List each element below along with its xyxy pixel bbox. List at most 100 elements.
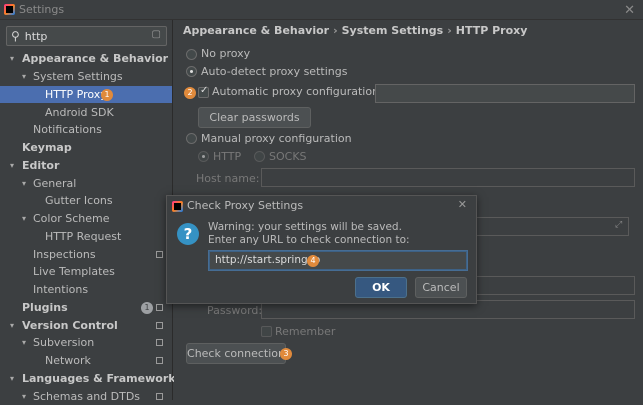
host-name-label: Host name: (196, 172, 260, 185)
step-badge: 1 (101, 88, 113, 101)
tree-node-label: Notifications (33, 123, 102, 137)
chevron-down-icon[interactable]: ▾ (10, 161, 14, 170)
search-icon: ⚲ (11, 29, 20, 43)
manual-proxy-label: Manual proxy configuration (201, 132, 352, 145)
chevron-right-icon: › (333, 24, 338, 37)
breadcrumb: Appearance & Behavior › System Settings › HT… (183, 24, 527, 37)
tree-node[interactable]: ▾ Editor (0, 157, 172, 175)
tree-node-label: Appearance & Behavior (22, 52, 169, 66)
chevron-down-icon[interactable]: ▾ (22, 72, 26, 81)
window-title: Settings (19, 3, 65, 16)
tree-node[interactable]: ▾ Appearance & Behavior (0, 50, 172, 68)
http-label: HTTP (213, 150, 242, 163)
tree-node[interactable]: Network (0, 352, 172, 370)
tree-node[interactable]: ▾ Subversion (0, 334, 172, 352)
tree-node[interactable]: Plugins 1 (0, 299, 172, 317)
question-icon: ? (177, 223, 199, 245)
auto-config-url-field[interactable] (375, 84, 635, 103)
chevron-down-icon[interactable]: ▾ (22, 214, 26, 223)
step-badge: 2 (184, 87, 196, 99)
password-label: Password: (207, 304, 263, 317)
tree-node[interactable]: Inspections (0, 245, 172, 263)
tree-node-label: Schemas and DTDs (33, 389, 141, 403)
settings-sidebar: ⚲ http ▢ ▾ Appearance & Behavior ▾ System S… (0, 20, 182, 403)
clear-passwords-button[interactable]: Clear passwords (198, 107, 311, 128)
check-connection-button[interactable]: Check connection (186, 343, 286, 364)
tree-node-label: Intentions (33, 283, 89, 297)
check-url-value: http://start.spring.io (215, 254, 321, 266)
title-bar: Settings ✕ (0, 0, 643, 20)
step-badge: 4 (307, 255, 319, 267)
tree-node[interactable]: HTTP Request (0, 228, 172, 246)
project-scope-icon (156, 339, 163, 347)
project-scope-icon (156, 250, 163, 258)
no-proxy-label: No proxy (201, 47, 251, 60)
tree-node-label: Android SDK (45, 105, 114, 119)
tree-node-label: Subversion (33, 336, 95, 350)
tree-node[interactable]: Live Templates (0, 263, 172, 281)
tree-node-label: Plugins (22, 300, 68, 314)
http-radio[interactable] (198, 151, 209, 162)
chevron-down-icon[interactable]: ▾ (22, 179, 26, 188)
chevron-right-icon: › (447, 24, 452, 37)
tree-node[interactable]: Android SDK (0, 103, 172, 121)
manual-proxy-radio[interactable] (186, 133, 197, 144)
dialog-title: Check Proxy Settings (187, 199, 304, 212)
project-scope-icon (156, 392, 163, 400)
tree-node-label: Version Control (22, 318, 118, 332)
ok-button[interactable]: OK (355, 277, 407, 298)
tree-node-label: Network (45, 354, 91, 368)
tree-node[interactable]: ▾ System Settings (0, 68, 172, 86)
tree-node[interactable]: ▾ Version Control (0, 316, 172, 334)
no-proxy-radio[interactable] (186, 49, 197, 60)
step-badge: 3 (280, 348, 292, 360)
tree-node-label: Languages & Frameworks (22, 371, 183, 385)
search-value: http (24, 29, 48, 43)
tree-node[interactable]: ▾ Color Scheme (0, 210, 172, 228)
tree-node[interactable]: Intentions (0, 281, 172, 299)
breadcrumb-item[interactable]: System Settings (342, 24, 444, 37)
chevron-down-icon[interactable]: ▾ (22, 392, 26, 401)
tree-node[interactable]: ▾ Schemas and DTDs (0, 387, 172, 405)
tree-node-label: HTTP Request (45, 229, 122, 243)
dialog-warning: Warning: your settings will be saved. (208, 221, 402, 233)
clear-search-icon[interactable]: ▢ (152, 29, 161, 40)
tree-node-label: Keymap (22, 141, 72, 155)
chevron-down-icon[interactable]: ▾ (22, 338, 26, 347)
auto-detect-radio[interactable] (186, 66, 197, 77)
auto-detect-label: Auto-detect proxy settings (201, 65, 348, 78)
cancel-button[interactable]: Cancel (415, 277, 467, 298)
tree-node[interactable]: ▾ General (0, 174, 172, 192)
breadcrumb-item[interactable]: Appearance & Behavior (183, 24, 329, 37)
tree-node-label: Editor (22, 158, 60, 172)
tree-node-label: Color Scheme (33, 212, 110, 226)
tree-node-label: Live Templates (33, 265, 115, 279)
tree-node-label: General (33, 176, 77, 190)
project-scope-icon (156, 303, 163, 311)
count-badge: 1 (141, 301, 153, 314)
tree-node[interactable]: Keymap (0, 139, 172, 157)
expand-icon[interactable]: ⤢ (615, 220, 622, 230)
auto-config-url-checkbox[interactable] (198, 85, 209, 98)
remember-label: Remember (275, 325, 336, 338)
settings-tree: ▾ Appearance & Behavior ▾ System Settings HT… (0, 50, 182, 405)
host-name-field[interactable] (261, 168, 635, 187)
search-input[interactable]: ⚲ http ▢ (6, 26, 167, 46)
tree-node[interactable]: ▾ Languages & Frameworks (0, 370, 182, 388)
project-scope-icon (156, 321, 163, 329)
socks-radio[interactable] (254, 151, 265, 162)
breadcrumb-item: HTTP Proxy (455, 24, 528, 37)
remember-checkbox[interactable] (261, 326, 272, 337)
chevron-down-icon[interactable]: ▾ (10, 321, 14, 330)
check-proxy-dialog: Check Proxy Settings ✕ ? Warning: your s… (166, 195, 477, 304)
tree-node[interactable]: HTTP Proxy 1 (0, 85, 172, 104)
check-url-input[interactable]: http://start.spring.io 4 (209, 251, 467, 270)
tree-node-label: HTTP Proxy (45, 87, 107, 101)
app-logo-icon (4, 4, 15, 15)
chevron-down-icon[interactable]: ▾ (10, 374, 14, 383)
close-icon[interactable]: ✕ (624, 3, 635, 18)
chevron-down-icon[interactable]: ▾ (10, 54, 14, 63)
close-icon[interactable]: ✕ (458, 198, 467, 211)
tree-node[interactable]: Notifications (0, 121, 172, 139)
tree-node[interactable]: Gutter Icons (0, 192, 172, 210)
